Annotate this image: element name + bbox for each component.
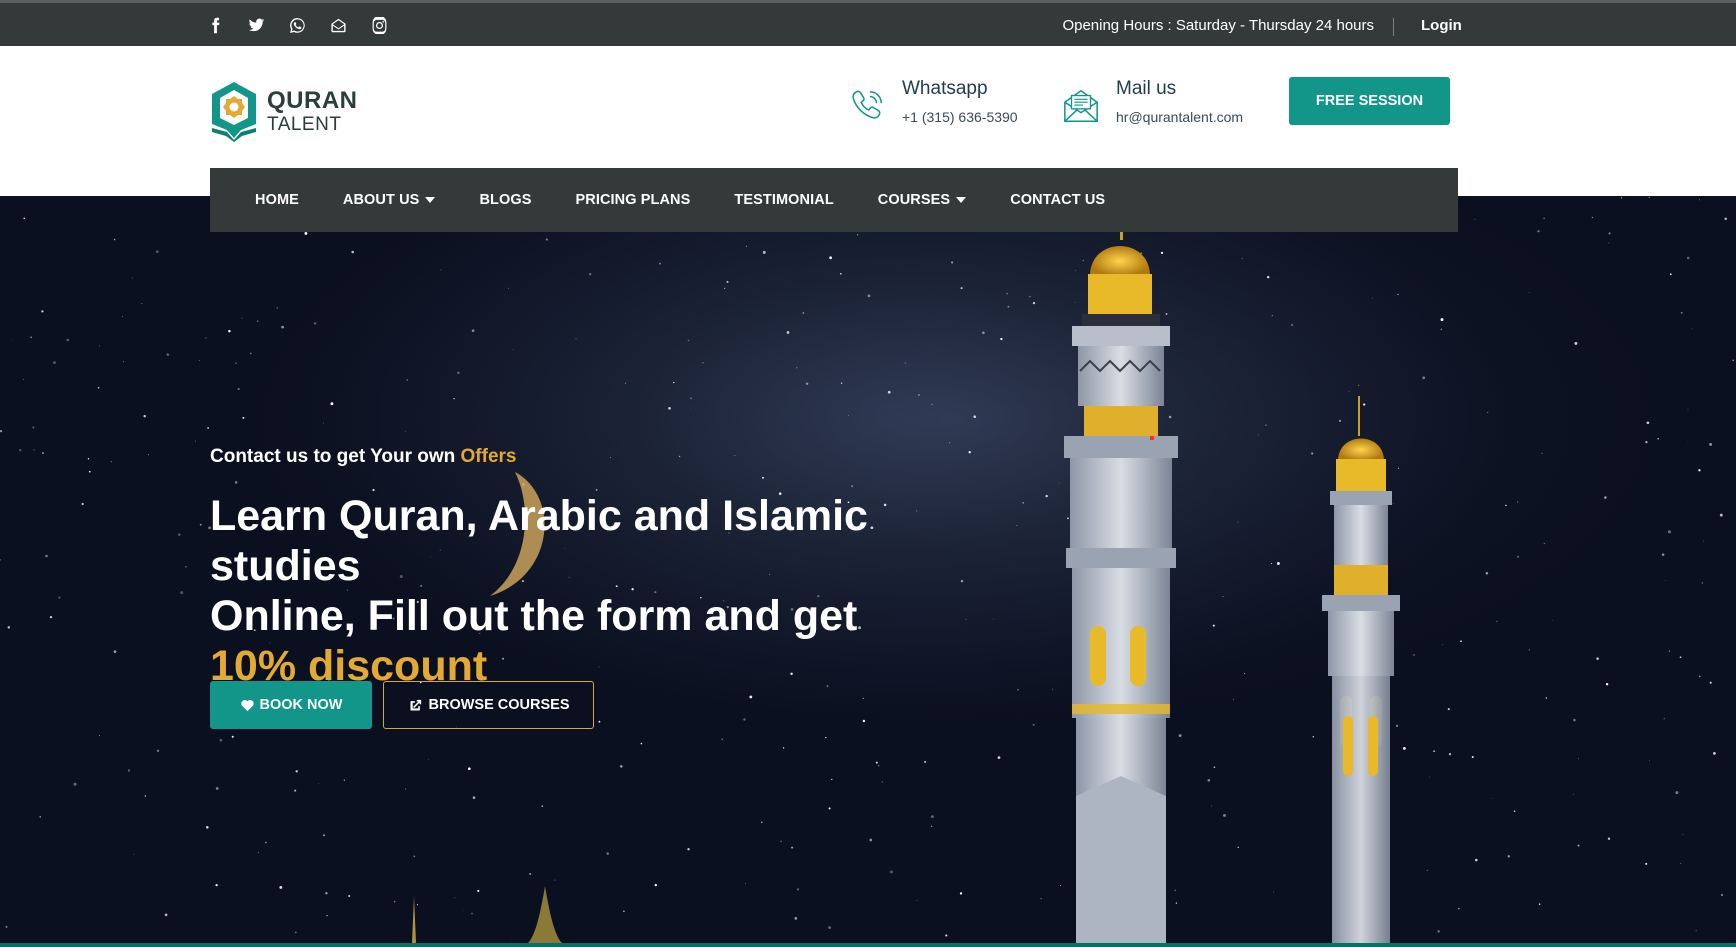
facebook-icon[interactable] <box>205 15 226 36</box>
nav-item-about-us[interactable]: ABOUT US <box>343 192 436 208</box>
headline-line-1: Learn Quran, Arabic and Islamic studies <box>210 492 868 590</box>
nav-item-testimonial[interactable]: TESTIMONIAL <box>734 192 833 208</box>
nav-item-label: BLOGS <box>479 192 532 208</box>
nav-item-label: HOME <box>255 192 299 208</box>
mail-contact[interactable]: Mail us hr@qurantalent.com <box>1062 76 1243 126</box>
mail-title: Mail us <box>1116 78 1177 99</box>
nav-item-contact-us[interactable]: CONTACT US <box>1010 192 1105 208</box>
book-now-button[interactable]: BOOK NOW <box>210 681 372 729</box>
nav-item-blogs[interactable]: BLOGS <box>479 192 531 208</box>
login-link[interactable]: Login <box>1421 17 1462 34</box>
nav-item-label: COURSES <box>877 192 951 208</box>
tagline-text: Contact us to get Your own <box>210 446 461 467</box>
hero-headline: Learn Quran, Arabic and Islamic studies … <box>210 491 1030 691</box>
mail-address: hr@qurantalent.com <box>1116 109 1244 125</box>
logo-text-talent: TALENT <box>267 113 342 135</box>
browse-courses-button[interactable]: BROWSE COURSES <box>383 681 594 729</box>
external-link-icon <box>410 699 421 710</box>
nav-item-label: CONTACT US <box>1010 192 1106 208</box>
free-session-button[interactable]: FREE SESSION <box>1289 77 1450 125</box>
site-logo[interactable]: QURAN TALENT <box>209 80 358 142</box>
bottom-strip <box>0 943 1736 947</box>
whatsapp-contact[interactable]: Whatsapp +1 (315) 636-5390 <box>848 76 1018 126</box>
nav-item-courses[interactable]: COURSES <box>877 192 967 208</box>
nav-item-pricing-plans[interactable]: PRICING PLANS <box>576 192 691 208</box>
logo-mark-icon <box>212 82 256 142</box>
nav-item-label: TESTIMONIAL <box>734 192 834 208</box>
logo-text-quran: QURAN <box>267 86 358 114</box>
book-now-label: BOOK NOW <box>259 697 343 713</box>
twitter-icon[interactable] <box>246 15 267 36</box>
instagram-icon[interactable] <box>369 15 390 36</box>
phone-icon <box>852 90 883 119</box>
nav-item-label: PRICING PLANS <box>575 192 691 208</box>
whatsapp-title: Whatsapp <box>902 78 988 99</box>
whatsapp-icon[interactable] <box>287 15 308 36</box>
main-nav: HOME ABOUT US BLOGS PRICING PLANS TESTIM… <box>210 168 1458 232</box>
headline-line-2: Online, Fill out the form and get <box>210 592 858 640</box>
top-bar: Opening Hours : Saturday - Thursday 24 h… <box>0 0 1736 46</box>
whatsapp-number: +1 (315) 636-5390 <box>902 109 1018 125</box>
nav-item-label: ABOUT US <box>342 192 420 208</box>
browse-courses-label: BROWSE COURSES <box>428 697 570 713</box>
caret-down-icon <box>425 197 436 203</box>
topbar-divider <box>1393 18 1394 36</box>
email-icon[interactable] <box>328 15 349 36</box>
social-links <box>205 15 390 36</box>
opening-hours: Opening Hours : Saturday - Thursday 24 h… <box>1062 17 1374 34</box>
heart-icon <box>240 699 254 711</box>
nav-item-home[interactable]: HOME <box>255 192 299 208</box>
tagline-offers: Offers <box>460 446 517 467</box>
envelope-icon <box>1064 89 1098 122</box>
hero-tagline: Contact us to get Your own Offers <box>210 446 517 468</box>
caret-down-icon <box>956 197 967 203</box>
